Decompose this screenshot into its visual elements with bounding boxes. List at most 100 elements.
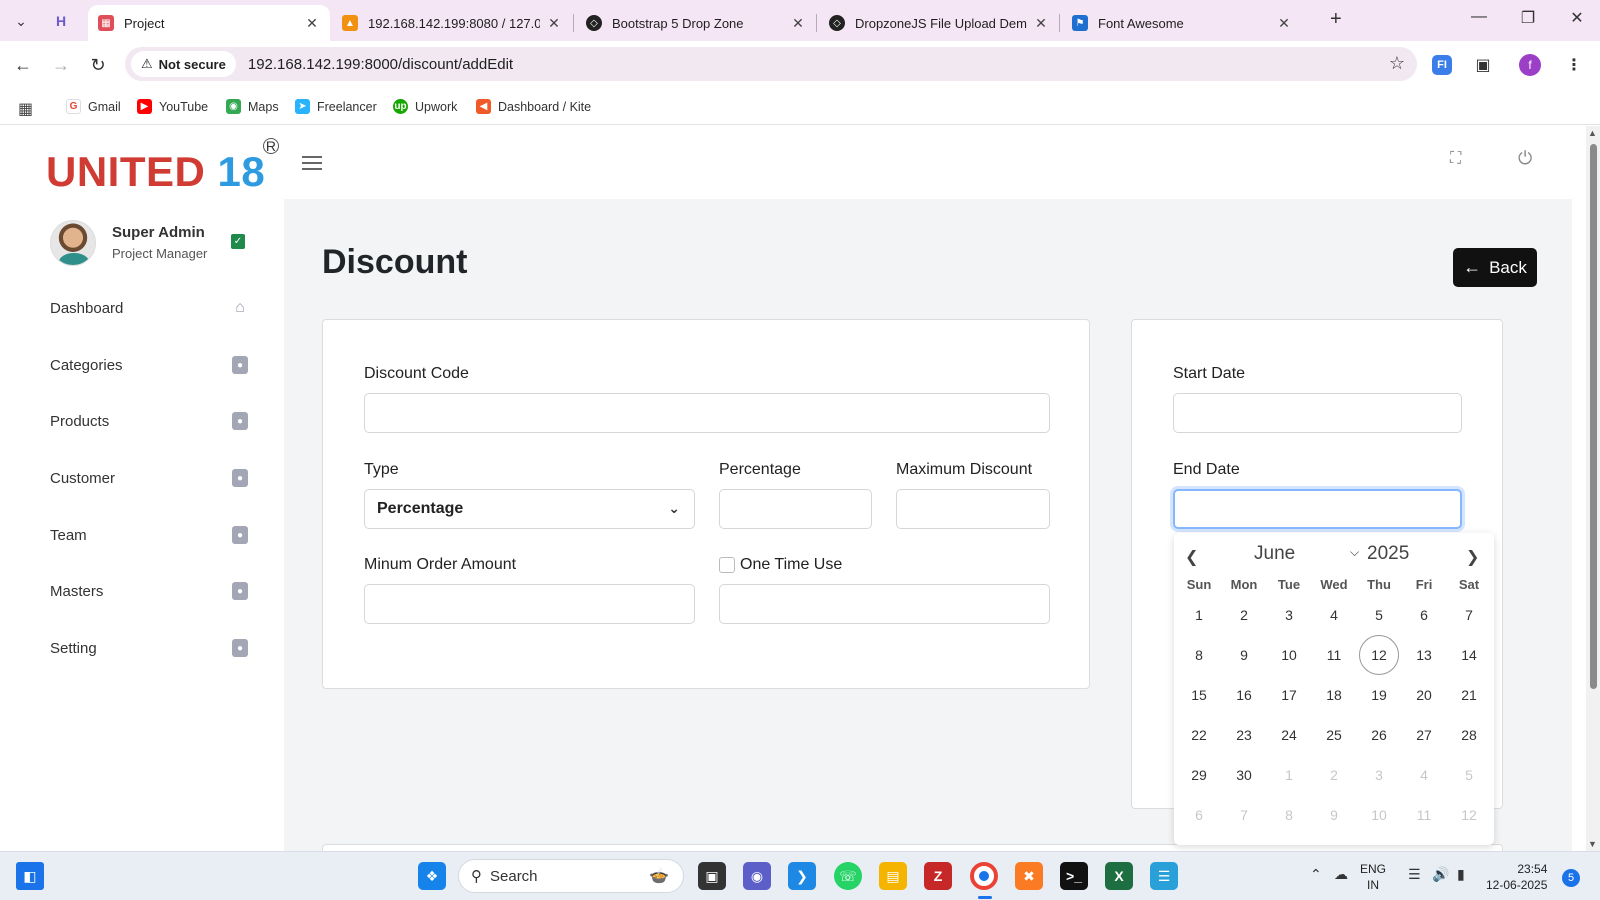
- tab-phpmyadmin[interactable]: ▲ 192.168.142.199:8080 / 127.0.0. ✕: [332, 5, 572, 41]
- back-arrow-icon[interactable]: ←: [11, 53, 35, 77]
- bookmark-star-icon[interactable]: ☆: [1389, 53, 1405, 74]
- page-scrollbar[interactable]: ▲ ▼: [1586, 126, 1600, 851]
- extensions-puzzle-icon[interactable]: ▣: [1471, 53, 1495, 77]
- url-omnibox[interactable]: ⚠ Not secure 192.168.142.199:8000/discou…: [125, 47, 1417, 81]
- user-profile[interactable]: Super Admin Project Manager ✓: [50, 220, 260, 268]
- new-tab-plus-icon[interactable]: +: [1330, 8, 1342, 31]
- apps-grid-icon[interactable]: ▦: [18, 99, 33, 119]
- datepicker-day[interactable]: 15: [1179, 675, 1219, 715]
- xampp-icon[interactable]: ✖: [1015, 862, 1043, 890]
- datepicker-day[interactable]: 30: [1224, 755, 1264, 795]
- chevron-down-icon[interactable]: ⌵: [1350, 545, 1359, 560]
- close-window-icon[interactable]: ✕: [1562, 8, 1592, 28]
- datepicker-day[interactable]: 12: [1359, 635, 1399, 675]
- datepicker-day[interactable]: 5: [1359, 595, 1399, 635]
- datepicker-day[interactable]: 10: [1269, 635, 1309, 675]
- previous-month-chevron-icon[interactable]: ❮: [1185, 547, 1198, 567]
- end-date-input[interactable]: [1173, 489, 1462, 529]
- datepicker-day-other-month[interactable]: 9: [1314, 795, 1354, 835]
- bookmark-maps[interactable]: ◉ Maps: [226, 99, 279, 114]
- datepicker-day-other-month[interactable]: 8: [1269, 795, 1309, 835]
- one-time-use-checkbox[interactable]: [719, 557, 735, 573]
- datepicker-day[interactable]: 9: [1224, 635, 1264, 675]
- security-indicator[interactable]: ⚠ Not secure: [131, 51, 236, 77]
- datepicker-month-select[interactable]: June: [1254, 543, 1295, 565]
- file-explorer-icon[interactable]: ▤: [879, 862, 907, 890]
- datepicker-day[interactable]: 27: [1404, 715, 1444, 755]
- back-button[interactable]: ← Back: [1453, 248, 1537, 287]
- datepicker-day[interactable]: 3: [1269, 595, 1309, 635]
- type-select[interactable]: Percentage ⌄: [364, 489, 695, 529]
- notification-count-badge[interactable]: 5: [1562, 869, 1580, 887]
- terminal-icon[interactable]: >_: [1060, 862, 1088, 890]
- datepicker-day-other-month[interactable]: 5: [1449, 755, 1489, 795]
- datepicker-day[interactable]: 11: [1314, 635, 1354, 675]
- datepicker-day[interactable]: 23: [1224, 715, 1264, 755]
- datepicker-day[interactable]: 19: [1359, 675, 1399, 715]
- datepicker-day-other-month[interactable]: 12: [1449, 795, 1489, 835]
- scrollbar-thumb[interactable]: [1590, 144, 1597, 689]
- bookmark-gmail[interactable]: G Gmail: [66, 99, 121, 114]
- browser-menu-icon[interactable]: ⋮: [1562, 53, 1586, 77]
- datepicker-day-other-month[interactable]: 3: [1359, 755, 1399, 795]
- minimize-icon[interactable]: —: [1464, 8, 1494, 26]
- url-text[interactable]: 192.168.142.199:8000/discount/addEdit: [248, 56, 513, 73]
- sidebar-item-team[interactable]: Team ●: [50, 515, 248, 555]
- datepicker-day[interactable]: 29: [1179, 755, 1219, 795]
- forward-arrow-icon[interactable]: →: [49, 53, 73, 77]
- datepicker-day[interactable]: 8: [1179, 635, 1219, 675]
- datepicker-day[interactable]: 25: [1314, 715, 1354, 755]
- bookmark-kite-dashboard[interactable]: ◀ Dashboard / Kite: [476, 99, 591, 114]
- datepicker-day-other-month[interactable]: 7: [1224, 795, 1264, 835]
- whatsapp-icon[interactable]: ☏: [834, 862, 862, 890]
- discount-code-input[interactable]: [364, 393, 1050, 433]
- teams-chat-icon[interactable]: ◉: [743, 862, 771, 890]
- widgets-icon[interactable]: ◧: [16, 862, 44, 890]
- close-tab-icon[interactable]: ✕: [790, 15, 806, 32]
- datepicker-day[interactable]: 20: [1404, 675, 1444, 715]
- excel-icon[interactable]: X: [1105, 862, 1133, 890]
- filezilla-icon[interactable]: Z: [924, 862, 952, 890]
- profile-avatar-icon[interactable]: f: [1519, 54, 1541, 76]
- tab-dropzonejs-demo[interactable]: ◇ DropzoneJS File Upload Demo ✕: [819, 5, 1059, 41]
- scroll-up-arrow-icon[interactable]: ▲: [1588, 128, 1597, 138]
- datepicker-day[interactable]: 21: [1449, 675, 1489, 715]
- bookmark-upwork[interactable]: up Upwork: [393, 99, 457, 114]
- power-icon[interactable]: ⏻: [1518, 148, 1532, 169]
- tab-project[interactable]: ▦ Project ✕: [88, 5, 330, 41]
- datepicker-day[interactable]: 14: [1449, 635, 1489, 675]
- datepicker-day[interactable]: 7: [1449, 595, 1489, 635]
- sidebar-item-products[interactable]: Products ●: [50, 401, 248, 441]
- language-indicator[interactable]: ENG IN: [1360, 861, 1386, 893]
- close-tab-icon[interactable]: ✕: [1033, 15, 1049, 32]
- datepicker-day-other-month[interactable]: 10: [1359, 795, 1399, 835]
- datepicker-day[interactable]: 1: [1179, 595, 1219, 635]
- hamburger-menu-icon[interactable]: [302, 156, 322, 170]
- chrome-icon[interactable]: [970, 862, 998, 890]
- datepicker-day[interactable]: 28: [1449, 715, 1489, 755]
- datepicker-day[interactable]: 6: [1404, 595, 1444, 635]
- close-tab-icon[interactable]: ✕: [1276, 15, 1292, 32]
- start-date-input[interactable]: [1173, 393, 1462, 433]
- datepicker-day[interactable]: 4: [1314, 595, 1354, 635]
- scroll-down-arrow-icon[interactable]: ▼: [1588, 839, 1597, 849]
- next-month-chevron-icon[interactable]: ❯: [1466, 547, 1479, 567]
- maximum-discount-input[interactable]: [896, 489, 1050, 529]
- sidebar-item-setting[interactable]: Setting ●: [50, 628, 248, 668]
- sidebar-item-masters[interactable]: Masters ●: [50, 571, 248, 611]
- close-tab-icon[interactable]: ✕: [546, 15, 562, 32]
- sidebar-item-categories[interactable]: Categories ●: [50, 345, 248, 385]
- task-view-icon[interactable]: ▣: [698, 862, 726, 890]
- fullscreen-icon[interactable]: ⛶: [1450, 150, 1461, 168]
- vscode-icon[interactable]: ❯: [788, 862, 816, 890]
- one-time-use-input[interactable]: [719, 584, 1050, 624]
- datepicker-day[interactable]: 26: [1359, 715, 1399, 755]
- bookmark-youtube[interactable]: ▶ YouTube: [137, 99, 208, 114]
- percentage-input[interactable]: [719, 489, 872, 529]
- brand-logo[interactable]: UNITED 18 R: [46, 138, 280, 196]
- datepicker-day[interactable]: 17: [1269, 675, 1309, 715]
- datepicker-day[interactable]: 2: [1224, 595, 1264, 635]
- battery-icon[interactable]: ▮: [1457, 866, 1465, 883]
- extension-fi-icon[interactable]: FI: [1432, 55, 1452, 75]
- workspace-icon[interactable]: H: [47, 7, 75, 35]
